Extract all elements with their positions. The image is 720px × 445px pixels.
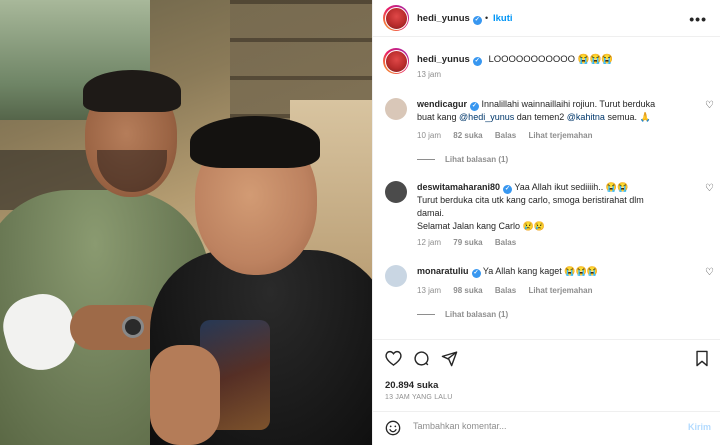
translate-button[interactable]: Lihat terjemahan	[528, 131, 592, 140]
verified-badge-icon: ✓	[472, 57, 482, 66]
like-count[interactable]: 20.894 suka	[385, 380, 438, 391]
comment-2: deswitamaharani80 ✓ Yaa Allah ikut sediii…	[417, 181, 667, 233]
comment-username[interactable]: monaratuliu	[417, 266, 469, 276]
comment-time[interactable]: 12 jam	[417, 238, 441, 247]
comment-like-icon[interactable]: ♡	[705, 267, 714, 278]
author-username-text[interactable]: hedi_yunus	[417, 13, 470, 24]
comment-like-icon[interactable]: ♡	[705, 100, 714, 111]
post-side-panel: hedi_yunus ✓ • Ikuti ••• hedi_yunus ✓ LOOO…	[372, 0, 720, 445]
separator-dot: •	[485, 13, 489, 23]
verified-badge-icon: ✓	[472, 16, 482, 25]
follow-button[interactable]: Ikuti	[493, 13, 513, 24]
comment-meta: 13 jam 98 suka Balas Lihat terjemahan	[417, 286, 602, 295]
comment-likes[interactable]: 98 suka	[453, 286, 482, 295]
caption-text: LOOOOOOOOOOO 😭😭😭	[488, 54, 614, 65]
translate-button[interactable]: Lihat terjemahan	[528, 286, 592, 295]
person-left-hair	[83, 70, 181, 112]
comment-time[interactable]: 13 jam	[417, 286, 441, 295]
person-right-hair	[190, 116, 320, 168]
post-comment-button[interactable]: Kirim	[688, 422, 711, 432]
smiley-icon[interactable]	[385, 420, 401, 439]
comment-meta: 12 jam 79 suka Balas	[417, 238, 526, 247]
verified-badge-icon: ✓	[503, 185, 513, 194]
view-replies-label[interactable]: Lihat balasan (1)	[445, 310, 508, 319]
comment-username[interactable]: deswitamaharani80	[417, 182, 500, 192]
reply-button[interactable]: Balas	[495, 238, 516, 247]
add-comment-bar: Kirim	[373, 411, 720, 445]
commenter-avatar[interactable]	[385, 181, 407, 203]
wristwatch	[122, 316, 144, 338]
mention-link[interactable]: @kahitna	[567, 112, 605, 122]
comment-likes[interactable]: 82 suka	[453, 131, 482, 140]
bookmark-icon[interactable]	[695, 350, 709, 372]
heart-outline-icon[interactable]	[385, 350, 402, 371]
replies-line	[417, 314, 435, 316]
author-avatar[interactable]	[383, 5, 409, 31]
comment-likes[interactable]: 79 suka	[453, 238, 482, 247]
reply-button[interactable]: Balas	[495, 131, 516, 140]
person-right-arm	[150, 345, 220, 445]
paper-plane-icon[interactable]	[441, 350, 458, 372]
more-options-icon[interactable]: •••	[689, 11, 707, 27]
comment-username[interactable]: wendicagur	[417, 99, 467, 109]
caption-meta: 13 jam	[417, 70, 451, 79]
post-header: hedi_yunus ✓ • Ikuti •••	[373, 0, 720, 37]
verified-badge-icon: ✓	[471, 269, 481, 278]
comment-text: Turut berduka cita utk kang carlo, smoga…	[417, 195, 644, 218]
comment-bubble-icon[interactable]	[413, 350, 430, 372]
view-replies-label[interactable]: Lihat balasan (1)	[445, 155, 508, 164]
view-replies[interactable]: Lihat balasan (1)	[417, 155, 508, 164]
commenter-avatar[interactable]	[385, 265, 407, 287]
caption-author-avatar[interactable]	[383, 48, 409, 74]
comment-3: monaratuliu ✓ Ya Allah kang kaget 😭😭😭	[417, 265, 667, 278]
comment-time[interactable]: 10 jam	[417, 131, 441, 140]
post-photo[interactable]	[0, 0, 372, 445]
comment-text: Ya Allah kang kaget 😭😭😭	[482, 266, 598, 276]
caption-author[interactable]: hedi_yunus	[417, 54, 470, 65]
commenter-avatar[interactable]	[385, 98, 407, 120]
comment-text: dan temen2	[514, 112, 567, 122]
comment-like-icon[interactable]: ♡	[705, 183, 714, 194]
comment-text: Yaa Allah ikut sediiiih.. 😭😭	[514, 182, 629, 192]
author-username[interactable]: hedi_yunus ✓	[417, 13, 482, 25]
caption: hedi_yunus ✓ LOOOOOOOOOOO 😭😭😭	[417, 54, 613, 66]
comment-1: wendicagur ✓ Innalillahi wainnaillaihi ro…	[417, 98, 667, 124]
reply-button[interactable]: Balas	[495, 286, 516, 295]
caption-time[interactable]: 13 jam	[417, 70, 441, 79]
add-comment-input[interactable]	[413, 421, 663, 431]
comment-text: Selamat Jalan kang Carlo 😢😢	[417, 221, 545, 231]
comment-meta: 10 jam 82 suka Balas Lihat terjemahan	[417, 131, 602, 140]
mention-link[interactable]: @hedi_yunus	[459, 112, 514, 122]
view-replies[interactable]: Lihat balasan (1)	[417, 310, 508, 319]
comment-text: semua. 🙏	[604, 112, 651, 122]
replies-line	[417, 159, 435, 161]
post-time[interactable]: 13 JAM YANG LALU	[385, 394, 453, 401]
post-actions: 20.894 suka 13 JAM YANG LALU Kirim	[373, 339, 720, 444]
verified-badge-icon: ✓	[470, 102, 480, 111]
